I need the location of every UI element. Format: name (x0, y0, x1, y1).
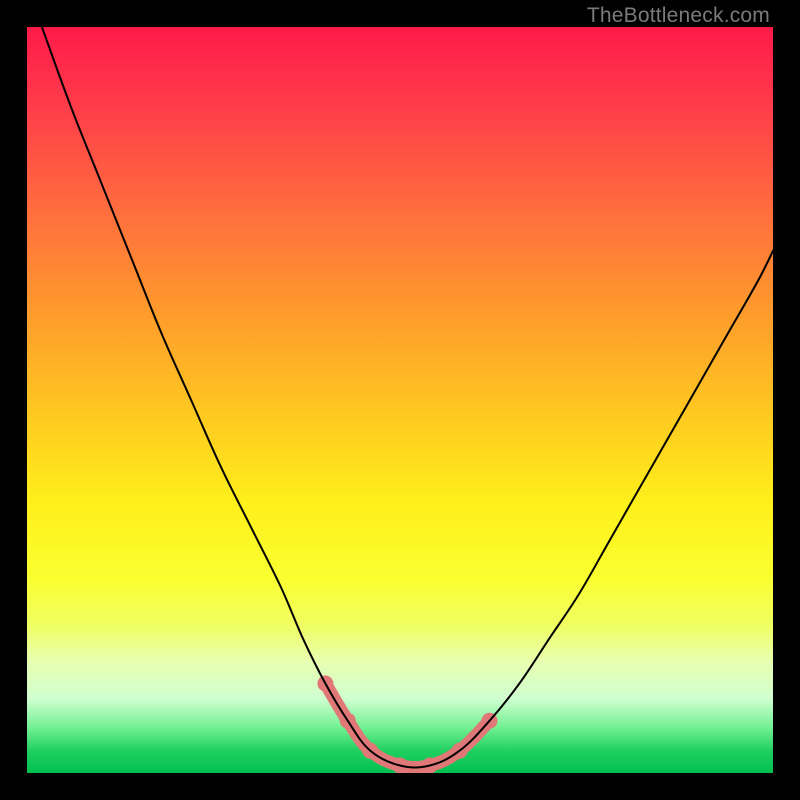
highlight-band (317, 675, 497, 773)
bottleneck-curve (42, 27, 773, 768)
watermark-text: TheBottleneck.com (587, 4, 770, 28)
bottleneck-chart (27, 27, 773, 773)
chart-svg (27, 27, 773, 773)
